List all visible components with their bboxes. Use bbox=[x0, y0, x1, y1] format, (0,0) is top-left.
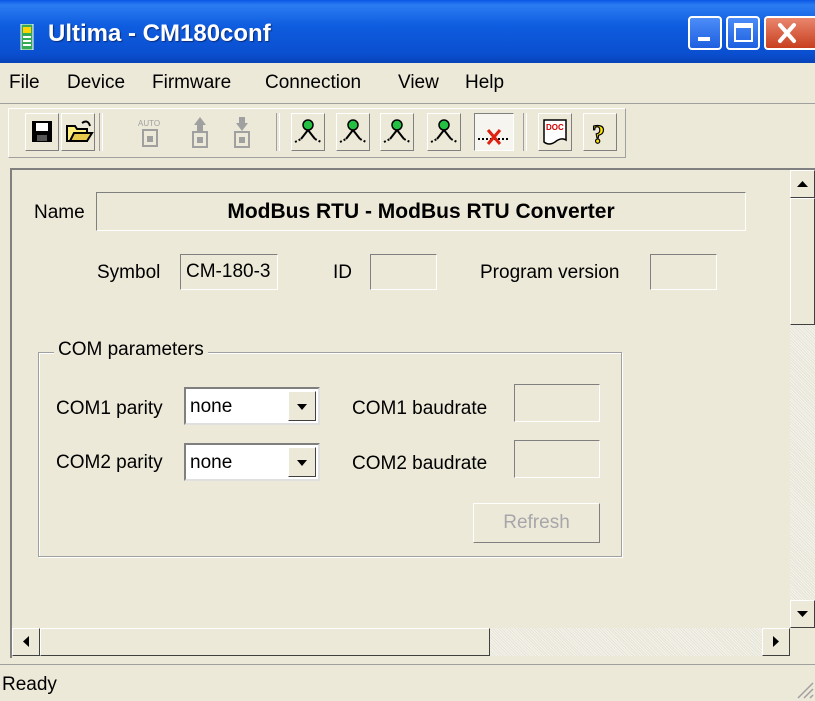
com2-parity-label: COM2 parity bbox=[56, 452, 163, 473]
program-version-label: Program version bbox=[480, 262, 620, 283]
menu-help[interactable]: Help bbox=[465, 72, 504, 94]
id-label: ID bbox=[333, 262, 352, 283]
help-button[interactable]: ? bbox=[583, 113, 617, 151]
vertical-scroll-thumb[interactable] bbox=[790, 198, 815, 325]
chevron-down-icon bbox=[297, 404, 307, 410]
menu-connection[interactable]: Connection bbox=[265, 72, 361, 94]
refresh-button[interactable]: Refresh bbox=[473, 503, 600, 543]
connect-3-icon bbox=[383, 119, 411, 143]
app-icon bbox=[20, 24, 34, 50]
com2-dropdown-button[interactable] bbox=[288, 447, 316, 477]
maximize-icon bbox=[734, 23, 753, 42]
window-title: Ultima - CM180conf bbox=[48, 20, 271, 47]
chevron-down-icon bbox=[297, 460, 307, 466]
com2-baudrate-label: COM2 baudrate bbox=[352, 453, 488, 474]
save-button[interactable] bbox=[25, 113, 59, 151]
menu-view[interactable]: View bbox=[398, 72, 439, 94]
doc-text: DOC bbox=[546, 123, 564, 132]
connect-3-button[interactable] bbox=[380, 113, 414, 151]
help-glyph: ? bbox=[592, 120, 605, 149]
resize-grip-icon[interactable] bbox=[794, 679, 814, 699]
arrow-right-icon bbox=[773, 636, 779, 647]
status-bar: Ready bbox=[0, 664, 815, 701]
connect-4-button[interactable] bbox=[427, 113, 461, 151]
toolbar-separator bbox=[99, 113, 103, 151]
title-bar[interactable]: Ultima - CM180conf bbox=[0, 0, 815, 63]
toolbar-separator bbox=[523, 113, 527, 151]
com2-baudrate-field bbox=[514, 440, 600, 478]
connect-4-icon bbox=[430, 119, 458, 143]
arrow-left-icon bbox=[23, 636, 29, 647]
download-icon bbox=[234, 117, 250, 148]
com1-parity-value: none bbox=[190, 396, 233, 417]
com-parameters-title: COM parameters bbox=[54, 339, 208, 361]
com1-baudrate-field bbox=[514, 384, 600, 422]
name-label: Name bbox=[34, 202, 85, 223]
name-field: ModBus RTU - ModBus RTU Converter bbox=[96, 192, 746, 231]
scroll-up-button[interactable] bbox=[790, 170, 815, 198]
menu-file[interactable]: File bbox=[9, 72, 40, 94]
arrow-up-icon bbox=[797, 181, 808, 187]
symbol-label: Symbol bbox=[97, 262, 161, 283]
com1-dropdown-button[interactable] bbox=[288, 391, 316, 421]
connect-2-icon bbox=[339, 119, 367, 143]
scroll-down-button[interactable] bbox=[790, 600, 815, 628]
upload-icon bbox=[192, 117, 208, 148]
connect-1-button[interactable] bbox=[291, 113, 325, 151]
com1-parity-select[interactable]: none bbox=[184, 387, 320, 425]
com2-parity-value: none bbox=[190, 452, 233, 473]
minimize-icon bbox=[698, 37, 710, 41]
auto-button[interactable]: AUTO bbox=[133, 113, 167, 151]
download-button[interactable] bbox=[225, 113, 259, 151]
menu-firmware[interactable]: Firmware bbox=[152, 72, 231, 94]
arrow-down-icon bbox=[797, 611, 808, 617]
maximize-button[interactable] bbox=[726, 16, 760, 50]
scroll-left-button[interactable] bbox=[12, 628, 40, 656]
open-button[interactable] bbox=[61, 113, 95, 151]
upload-button[interactable] bbox=[183, 113, 217, 151]
doc-button[interactable]: DOC bbox=[538, 113, 572, 151]
connect-2-button[interactable] bbox=[336, 113, 370, 151]
id-field bbox=[370, 254, 437, 290]
connect-1-icon bbox=[294, 119, 322, 143]
com1-parity-label: COM1 parity bbox=[56, 398, 163, 419]
auto-icon: AUTO bbox=[138, 119, 160, 147]
save-icon bbox=[32, 121, 52, 142]
menu-device[interactable]: Device bbox=[67, 72, 125, 94]
toolbar-separator bbox=[276, 113, 280, 151]
com1-baudrate-label: COM1 baudrate bbox=[352, 398, 488, 419]
program-version-field bbox=[650, 254, 717, 290]
menu-separator bbox=[0, 103, 815, 104]
disconnect-button[interactable] bbox=[474, 113, 514, 151]
scroll-corner bbox=[790, 628, 815, 656]
com2-parity-select[interactable]: none bbox=[184, 443, 320, 481]
doc-icon: DOC bbox=[543, 119, 567, 145]
open-folder-icon bbox=[66, 120, 94, 142]
disconnect-icon bbox=[478, 129, 509, 145]
status-text: Ready bbox=[2, 674, 57, 695]
close-button[interactable] bbox=[764, 16, 815, 50]
menu-bar: File Device Firmware Connection View Hel… bbox=[0, 63, 815, 103]
symbol-field: CM-180-3 bbox=[180, 254, 278, 290]
scroll-right-button[interactable] bbox=[762, 628, 790, 656]
close-icon bbox=[778, 23, 796, 43]
horizontal-scroll-thumb[interactable] bbox=[40, 628, 490, 656]
help-icon: ? bbox=[591, 119, 605, 149]
minimize-button[interactable] bbox=[688, 16, 722, 50]
auto-text: AUTO bbox=[138, 119, 160, 128]
